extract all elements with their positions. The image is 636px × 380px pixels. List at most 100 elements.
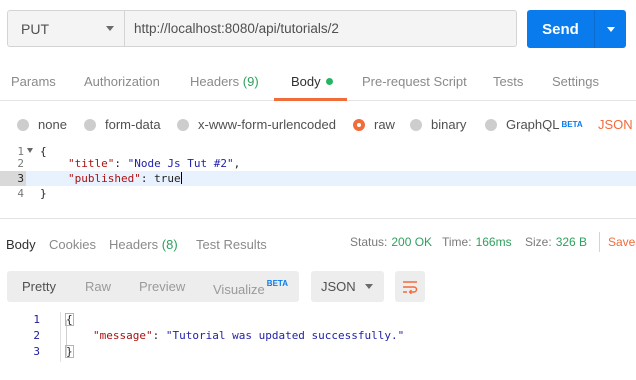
view-visualize[interactable]: Visualize BETA [213, 279, 288, 297]
send-button[interactable]: Send [527, 10, 594, 48]
radio-circle-icon [84, 118, 96, 131]
request-body-editor[interactable]: 1 { 2 "title": "Node Js Tut #2", 3 "publ… [0, 141, 636, 219]
status-info: Status: 200 OK [350, 235, 432, 249]
matched-bracket: } [65, 345, 74, 358]
response-view-options: Pretty Raw Preview Visualize BETA [7, 271, 299, 302]
radio-form-data[interactable]: form-data [84, 117, 161, 132]
format-label: JSON [321, 279, 356, 294]
json-value: true [154, 172, 181, 185]
tab-authorization[interactable]: Authorization [84, 74, 160, 89]
response-tab-body[interactable]: Body [6, 237, 36, 252]
size-info: Size: 326 B [525, 235, 587, 249]
code-text: { [65, 312, 74, 328]
tab-count: (9) [242, 74, 259, 89]
time-info: Time: 166ms [442, 235, 512, 249]
line-number: 1 [33, 313, 40, 326]
url-text: http://localhost:8080/api/tutorials/2 [134, 21, 339, 36]
radio-raw[interactable]: raw [353, 117, 395, 132]
method-select[interactable]: PUT [8, 11, 125, 46]
response-format-select[interactable]: JSON [311, 271, 384, 302]
radio-binary[interactable]: binary [410, 117, 466, 132]
fold-arrow-icon[interactable] [27, 148, 33, 153]
json-key: "message" [93, 329, 153, 342]
radio-circle-icon [485, 118, 497, 131]
tab-settings[interactable]: Settings [552, 74, 599, 89]
radio-circle-icon [17, 118, 29, 131]
tab-label: Params [11, 74, 56, 89]
active-tab-indicator [274, 98, 347, 101]
radio-label: x-www-form-urlencoded [198, 117, 336, 132]
chevron-down-icon [606, 26, 615, 32]
line-number: 2 [17, 157, 24, 170]
status-value: 200 OK [391, 235, 433, 249]
wrap-lines-button[interactable] [395, 271, 425, 302]
radio-label: GraphQL [506, 117, 560, 132]
radio-circle-icon [177, 118, 189, 131]
beta-badge: BETA [561, 120, 583, 129]
response-line: 2 "message": "Tutorial was updated succe… [0, 328, 636, 344]
wrap-lines-icon [403, 280, 418, 294]
matched-bracket: { [65, 313, 74, 326]
code-text: "title": "Node Js Tut #2", [68, 156, 240, 171]
radio-none[interactable]: none [17, 117, 67, 132]
send-button-group: Send [527, 10, 626, 48]
radio-circle-icon [410, 118, 422, 131]
code-text: "published": true [68, 171, 182, 186]
radio-checked-icon [353, 118, 365, 131]
radio-x-www-form-urlencoded[interactable]: x-www-form-urlencoded [177, 117, 336, 132]
radio-label: none [38, 117, 67, 132]
tab-headers[interactable]: Headers (9) [190, 74, 259, 89]
tab-label: Headers [190, 74, 240, 89]
json-sep: : [114, 157, 128, 170]
url-input[interactable]: http://localhost:8080/api/tutorials/2 [125, 11, 516, 46]
tab-label: Settings [552, 74, 599, 89]
tab-pre-request-script[interactable]: Pre-request Script [362, 74, 467, 89]
line-number: 2 [33, 329, 40, 342]
editor-line-active: 3 "published": true [0, 171, 636, 186]
chevron-down-icon [365, 284, 373, 289]
editor-line: 2 "title": "Node Js Tut #2", [0, 156, 636, 171]
divider [599, 232, 600, 252]
modified-dot-icon [325, 78, 333, 85]
size-label: Size: [525, 235, 552, 249]
tab-body[interactable]: Body [291, 74, 333, 89]
chevron-down-icon [106, 26, 114, 31]
response-tab-headers[interactable]: Headers (8) [109, 237, 178, 252]
time-label: Time: [442, 235, 472, 249]
radio-label: form-data [105, 117, 161, 132]
view-label: Visualize [213, 282, 265, 297]
view-raw[interactable]: Raw [85, 279, 111, 294]
json-value: "Tutorial was updated successfully." [165, 329, 405, 342]
line-number: 4 [17, 187, 24, 200]
code-text: } [65, 344, 74, 360]
response-tab-cookies[interactable]: Cookies [49, 237, 96, 252]
json-sep: : [140, 172, 155, 185]
json-value: "Node Js Tut #2" [127, 157, 234, 170]
size-value: 326 B [555, 235, 588, 249]
code-text: } [40, 187, 47, 200]
radio-label: raw [374, 117, 395, 132]
response-line: 3 } [0, 344, 636, 360]
radio-graphql[interactable]: GraphQL BETA [485, 117, 583, 132]
save-response-button[interactable]: Save [608, 235, 635, 249]
tab-label: Tests [493, 74, 524, 89]
tab-tests[interactable]: Tests [493, 74, 523, 89]
response-bar: Body Cookies Headers (8) Test Results St… [0, 228, 636, 258]
tab-params[interactable]: Params [11, 74, 56, 89]
body-format-select[interactable]: JSON [598, 117, 633, 132]
status-label: Status: [350, 235, 388, 249]
beta-badge: BETA [266, 279, 288, 288]
json-key: "title" [68, 157, 115, 170]
response-body-viewer[interactable]: 1 { 2 "message": "Tutorial was updated s… [0, 312, 636, 362]
editor-line: 4 } [0, 186, 636, 201]
radio-label: binary [431, 117, 467, 132]
view-pretty[interactable]: Pretty [22, 279, 56, 294]
tab-label: Authorization [84, 74, 160, 89]
method-label: PUT [21, 20, 49, 37]
view-preview[interactable]: Preview [139, 279, 185, 294]
send-options-button[interactable] [595, 10, 626, 48]
json-comma: , [233, 157, 241, 170]
code-text: "message": "Tutorial was updated success… [93, 328, 404, 344]
line-number: 3 [0, 171, 26, 186]
response-tab-test-results[interactable]: Test Results [196, 237, 267, 252]
